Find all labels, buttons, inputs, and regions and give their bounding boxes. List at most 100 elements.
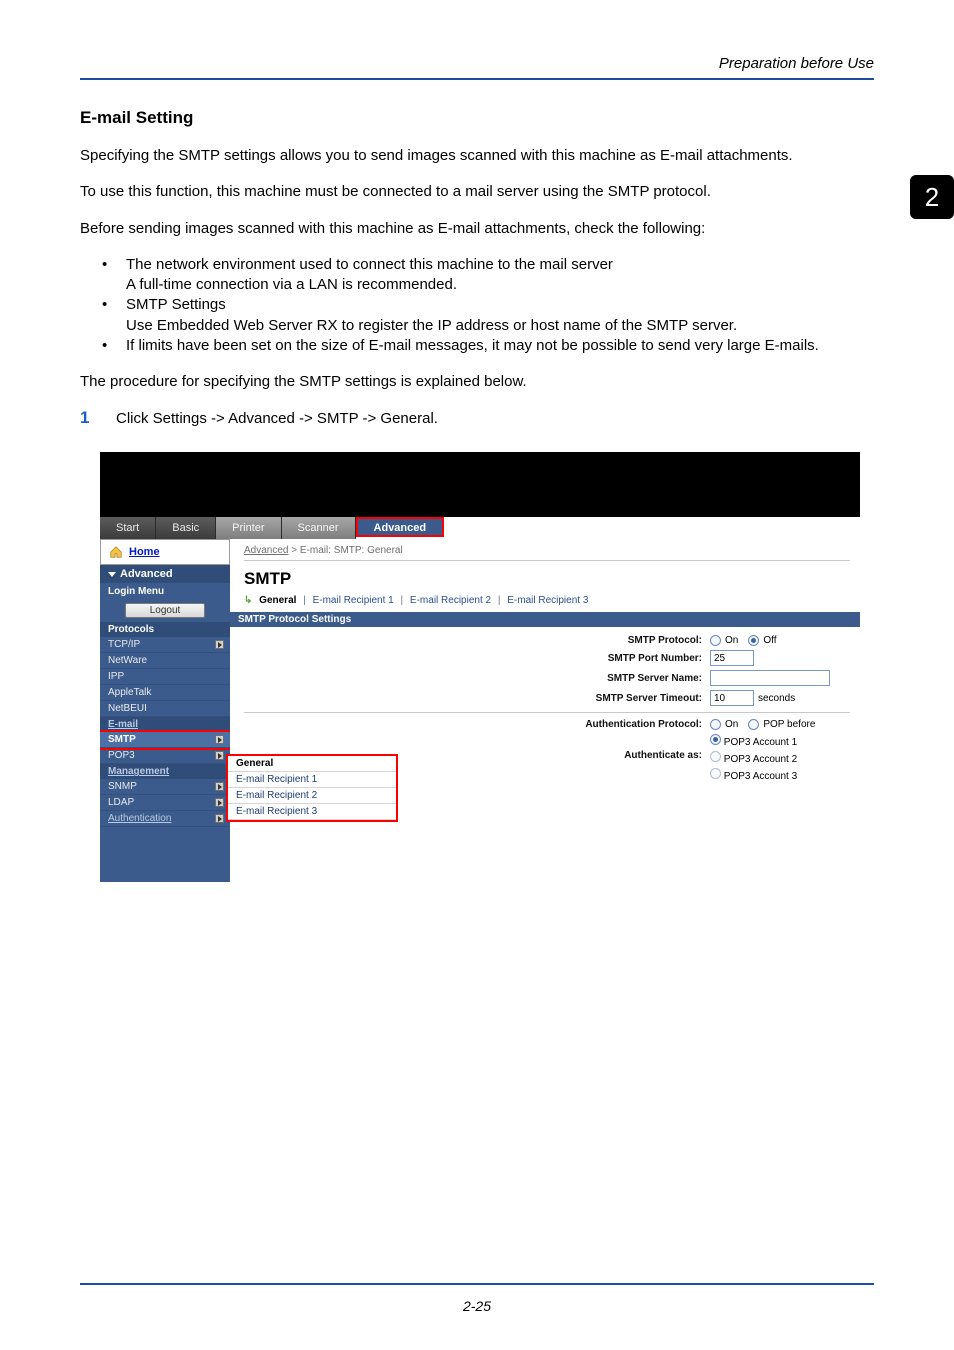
breadcrumb-sep: >	[288, 545, 299, 556]
input-smtp-server[interactable]	[710, 670, 830, 686]
radio-label-off: Off	[763, 635, 776, 646]
label-smtp-timeout: SMTP Server Timeout:	[596, 693, 702, 704]
sidebar-heading-management: Management	[100, 764, 230, 779]
sidebar-item-label: Authentication	[108, 813, 171, 824]
panel-subnav: ↳ General | E-mail Recipient 1 | E-mail …	[244, 595, 850, 606]
step-text: Click Settings -> Advanced -> SMTP -> Ge…	[116, 410, 438, 427]
tab-advanced[interactable]: Advanced	[356, 517, 445, 537]
radio-label-acct3: POP3 Account 3	[724, 771, 797, 782]
caret-down-icon	[108, 572, 116, 577]
home-icon	[109, 545, 123, 559]
sidebar-item-appletalk[interactable]: AppleTalk	[100, 685, 230, 701]
radio-label-acct2: POP3 Account 2	[724, 754, 797, 765]
sidebar-item-netbeui[interactable]: NetBEUI	[100, 701, 230, 717]
running-head: Preparation before Use	[80, 55, 874, 78]
chapter-number-tab: 2	[910, 175, 954, 219]
subnav-general[interactable]: General	[259, 595, 296, 606]
divider	[244, 712, 850, 713]
tab-basic[interactable]: Basic	[156, 517, 216, 539]
label-smtp-protocol: SMTP Protocol:	[628, 635, 702, 646]
figure-black-band	[100, 452, 860, 517]
subnav-recipient1[interactable]: E-mail Recipient 1	[313, 595, 394, 606]
sidebar-item-smtp[interactable]: SMTP	[100, 732, 230, 748]
subnav-recipient2[interactable]: E-mail Recipient 2	[410, 595, 491, 606]
sidebar-item-label: LDAP	[108, 797, 134, 808]
breadcrumb-tail: E-mail: SMTP: General	[300, 545, 403, 556]
list-item: The network environment used to connect …	[102, 255, 874, 296]
radio-label-popbefore: POP before	[763, 719, 815, 730]
radio-pop3-acct3[interactable]	[710, 768, 721, 779]
sidebar-item-label: TCP/IP	[108, 639, 140, 650]
sidebar-item-ldap[interactable]: LDAP	[100, 795, 230, 811]
sidebar-item-label: SMTP	[108, 734, 136, 745]
figure-sidebar: Home Advanced Login Menu Logout Protocol…	[100, 539, 230, 882]
divider	[244, 560, 850, 561]
tab-start[interactable]: Start	[100, 517, 156, 539]
radio-pop3-acct2[interactable]	[710, 751, 721, 762]
logout-button[interactable]: Logout	[125, 603, 205, 618]
sidebar-item-snmp[interactable]: SNMP	[100, 779, 230, 795]
sidebar-group-advanced[interactable]: Advanced	[100, 565, 230, 583]
list-item-text: If limits have been set on the size of E…	[126, 337, 819, 354]
radio-label-on2: On	[725, 719, 738, 730]
section-title: E-mail Setting	[80, 108, 874, 128]
figure-main-panel: Advanced > E-mail: SMTP: General SMTP ↳ …	[230, 539, 860, 882]
page-number: 2-25	[0, 1298, 954, 1314]
sidebar-heading-protocols: Protocols	[100, 622, 230, 637]
list-item: SMTP Settings Use Embedded Web Server RX…	[102, 295, 874, 336]
sidebar-item-netware[interactable]: NetWare	[100, 653, 230, 669]
sidebar-heading-email: E-mail	[100, 717, 230, 732]
radio-pop3-acct1[interactable]	[710, 734, 721, 745]
breadcrumb-advanced-link[interactable]: Advanced	[244, 545, 288, 556]
chevron-right-icon	[215, 735, 224, 744]
sidebar-item-pop3[interactable]: POP3	[100, 748, 230, 764]
sidebar-home-link[interactable]: Home	[100, 539, 230, 565]
radio-auth-on[interactable]	[710, 719, 721, 730]
sidebar-heading-link[interactable]: Management	[108, 766, 169, 777]
sidebar-item-label: AppleTalk	[108, 687, 151, 698]
input-smtp-timeout[interactable]	[710, 690, 754, 706]
radio-label-acct1: POP3 Account 1	[724, 737, 797, 748]
radio-auth-popbefore[interactable]	[748, 719, 759, 730]
flyout-item-recipient2[interactable]: E-mail Recipient 2	[228, 788, 396, 804]
screenshot-figure: Start Basic Printer Scanner Advanced Hom…	[100, 452, 860, 882]
chevron-right-icon	[215, 782, 224, 791]
sidebar-heading-link[interactable]: E-mail	[108, 719, 138, 730]
label-auth-protocol: Authentication Protocol:	[585, 719, 702, 730]
sidebar-item-tcpip[interactable]: TCP/IP	[100, 637, 230, 653]
bullet-list: The network environment used to connect …	[102, 255, 874, 356]
flyout-item-recipient3[interactable]: E-mail Recipient 3	[228, 804, 396, 820]
subnav-arrow-icon: ↳	[244, 595, 252, 606]
radio-smtp-off[interactable]	[748, 635, 759, 646]
chevron-right-icon	[215, 640, 224, 649]
flyout-item-recipient1[interactable]: E-mail Recipient 1	[228, 772, 396, 788]
sidebar-item-label: NetBEUI	[108, 703, 147, 714]
label-authenticate-as: Authenticate as:	[624, 750, 702, 761]
sidebar-item-label: NetWare	[108, 655, 147, 666]
sidebar-item-authentication[interactable]: Authentication	[100, 811, 230, 827]
chevron-right-icon	[215, 798, 224, 807]
chevron-right-icon	[215, 751, 224, 760]
paragraph: To use this function, this machine must …	[80, 182, 874, 202]
sidebar-item-label: SNMP	[108, 781, 137, 792]
list-item-text: The network environment used to connect …	[126, 256, 613, 273]
radio-smtp-on[interactable]	[710, 635, 721, 646]
paragraph: Before sending images scanned with this …	[80, 219, 874, 239]
sidebar-login-menu: Login Menu	[100, 583, 230, 600]
step-number: 1	[80, 408, 100, 428]
sidebar-group-label: Advanced	[120, 568, 173, 580]
list-item: If limits have been set on the size of E…	[102, 336, 874, 356]
subnav-recipient3[interactable]: E-mail Recipient 3	[507, 595, 588, 606]
chevron-right-icon	[215, 814, 224, 823]
panel-band-smtp-settings: SMTP Protocol Settings	[230, 612, 860, 627]
breadcrumb: Advanced > E-mail: SMTP: General	[244, 545, 850, 556]
tab-printer[interactable]: Printer	[216, 517, 281, 539]
footer-rule	[80, 1283, 874, 1285]
input-smtp-port[interactable]	[710, 650, 754, 666]
figure-tabstrip: Start Basic Printer Scanner Advanced	[100, 517, 860, 539]
flyout-item-general[interactable]: General	[228, 756, 396, 772]
tab-scanner[interactable]: Scanner	[282, 517, 356, 539]
sidebar-item-ipp[interactable]: IPP	[100, 669, 230, 685]
list-item-text: SMTP Settings	[126, 296, 226, 313]
label-smtp-port: SMTP Port Number:	[608, 653, 702, 664]
